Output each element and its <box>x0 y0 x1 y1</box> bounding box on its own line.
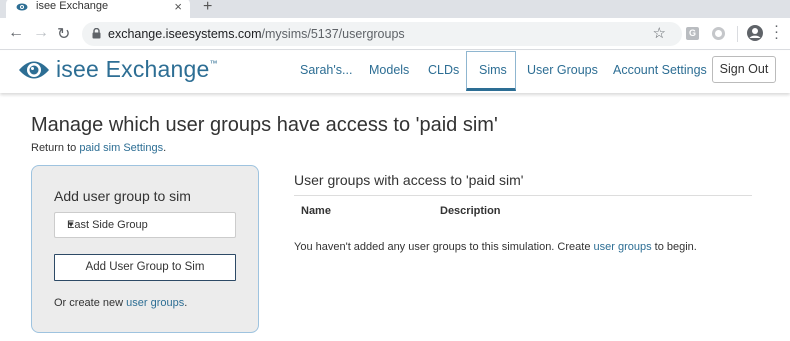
return-suffix: . <box>163 142 167 154</box>
url-host: exchange.iseesystems.com <box>108 27 262 41</box>
page-title: Manage which user groups have access to … <box>31 114 498 136</box>
tab-title: isee Exchange <box>36 0 109 12</box>
section-divider <box>294 195 752 196</box>
dropdown-caret-icon: ▼ <box>67 220 75 229</box>
trademark: ™ <box>209 59 218 68</box>
browser-menu-icon[interactable]: · · · <box>774 18 779 45</box>
back-arrow-icon[interactable]: ← <box>8 24 24 42</box>
empty-prefix: You haven't added any user groups to thi… <box>294 241 594 253</box>
url-path: /mysims/5137/usergroups <box>261 27 405 41</box>
toolbar-divider <box>737 26 738 42</box>
reload-icon[interactable]: ↻ <box>57 24 70 44</box>
isee-eye-logo-icon[interactable] <box>18 59 50 81</box>
site-header: isee Exchange™ Sarah's... Models CLDs Si… <box>0 51 790 93</box>
nav-user-groups[interactable]: User Groups <box>527 63 598 77</box>
create-suffix: . <box>184 297 188 309</box>
user-group-select[interactable]: East Side Group ▼ <box>54 212 236 238</box>
return-line: Return to paid sim Settings. <box>31 142 166 154</box>
nav-models[interactable]: Models <box>369 63 409 77</box>
nav-account-settings[interactable]: Account Settings <box>613 63 707 77</box>
create-user-groups-link[interactable]: user groups <box>126 297 184 309</box>
return-prefix: Return to <box>31 142 80 154</box>
empty-user-groups-link[interactable]: user groups <box>594 241 652 253</box>
address-bar[interactable]: exchange.iseesystems.com/mysims/5137/use… <box>82 22 682 46</box>
column-header-description: Description <box>440 205 501 217</box>
create-prefix: Or create new <box>54 297 127 309</box>
browser-tab[interactable]: isee Exchange × <box>6 0 190 18</box>
add-group-card: Add user group to sim East Side Group ▼ … <box>31 165 259 333</box>
url-text: exchange.iseesystems.com/mysims/5137/use… <box>108 27 405 41</box>
tab-close-icon[interactable]: × <box>174 0 182 14</box>
add-group-title: Add user group to sim <box>54 188 191 204</box>
sign-out-button[interactable]: Sign Out <box>712 56 776 83</box>
new-tab-icon[interactable]: + <box>203 0 212 16</box>
empty-suffix: to begin. <box>651 241 697 253</box>
site-logo[interactable]: isee Exchange™ <box>56 56 218 83</box>
browser-tabstrip: isee Exchange × + <box>0 0 790 18</box>
groups-section-title: User groups with access to 'paid sim' <box>294 172 524 188</box>
column-header-name: Name <box>301 205 331 217</box>
bookmark-star-icon[interactable]: ☆ <box>653 24 666 42</box>
lock-icon <box>92 28 101 39</box>
empty-state-message: You haven't added any user groups to thi… <box>294 241 697 253</box>
isee-eye-favicon-icon <box>16 3 28 11</box>
paid-sim-settings-link[interactable]: paid sim Settings <box>79 142 163 154</box>
browser-toolbar: ← → ↻ exchange.iseesystems.com/mysims/51… <box>0 18 790 50</box>
create-groups-line: Or create new user groups. <box>54 297 187 309</box>
nav-sims[interactable]: Sims <box>466 51 516 91</box>
account-icon[interactable] <box>746 24 764 42</box>
nav-clds[interactable]: CLDs <box>428 63 459 77</box>
logo-text: isee Exchange <box>56 56 210 82</box>
add-user-group-button[interactable]: Add User Group to Sim <box>54 254 236 281</box>
extension-g-icon[interactable]: G <box>686 27 699 40</box>
forward-arrow-icon[interactable]: → <box>33 24 49 42</box>
nav-sarahs[interactable]: Sarah's... <box>300 63 352 77</box>
extension-circle-icon[interactable] <box>712 27 725 40</box>
nav-sims-label: Sims <box>479 63 507 77</box>
